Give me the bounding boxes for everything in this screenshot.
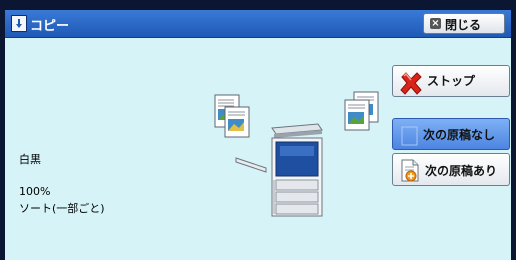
document-add-icon (401, 159, 419, 182)
copier-machine-icon (235, 123, 323, 217)
stop-button-label: ストップ (427, 74, 476, 88)
next-original-label: 次の原稿あり (425, 164, 498, 178)
window-title: コピー (30, 19, 70, 34)
info-icon (11, 15, 27, 32)
close-icon: × (430, 18, 441, 29)
close-button[interactable]: × 閉じる (423, 13, 505, 34)
device-frame: コピー × 閉じる ストップ 次の原稿なし 次の原稿あり 白黒 100% ソート… (0, 0, 516, 260)
color-mode-status: 白黒 (19, 153, 41, 166)
collation-status: ソート(一部ごと) (19, 202, 105, 215)
zoom-status: 100% (19, 185, 51, 198)
red-x-icon (400, 72, 422, 95)
copy-screen: コピー × 閉じる ストップ 次の原稿なし 次の原稿あり 白黒 100% ソート… (5, 10, 511, 260)
title-bar: コピー × 閉じる (5, 10, 511, 38)
next-original-button[interactable]: 次の原稿あり (392, 153, 510, 186)
stop-button[interactable]: ストップ (392, 65, 510, 97)
no-next-original-label: 次の原稿なし (423, 128, 496, 142)
close-button-label: 閉じる (445, 18, 482, 32)
output-document-icon (344, 91, 379, 131)
blank-document-icon (401, 126, 418, 146)
no-next-original-button[interactable]: 次の原稿なし (392, 118, 510, 150)
